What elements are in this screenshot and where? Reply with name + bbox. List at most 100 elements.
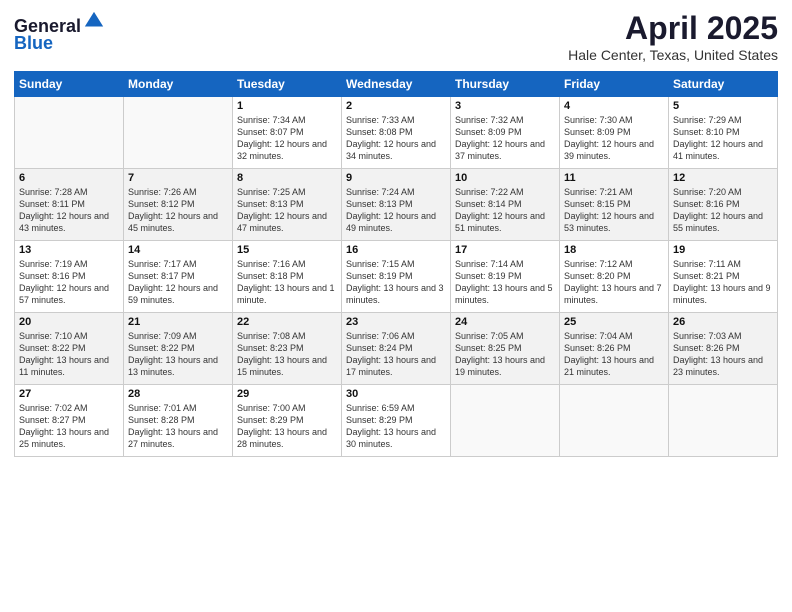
- day-number: 4: [564, 100, 664, 112]
- day-info: Sunrise: 7:03 AM Sunset: 8:26 PM Dayligh…: [673, 330, 773, 379]
- calendar-day-cell: 3 Sunrise: 7:32 AM Sunset: 8:09 PM Daylig…: [451, 97, 560, 169]
- day-info: Sunrise: 7:25 AM Sunset: 8:13 PM Dayligh…: [237, 186, 337, 235]
- calendar-day-cell: 21 Sunrise: 7:09 AM Sunset: 8:22 PM Dayli…: [124, 313, 233, 385]
- day-info: Sunrise: 7:21 AM Sunset: 8:15 PM Dayligh…: [564, 186, 664, 235]
- day-of-week-header: Friday: [560, 72, 669, 97]
- day-info: Sunrise: 6:59 AM Sunset: 8:29 PM Dayligh…: [346, 402, 446, 451]
- calendar-day-cell: 2 Sunrise: 7:33 AM Sunset: 8:08 PM Daylig…: [342, 97, 451, 169]
- calendar-day-cell: 4 Sunrise: 7:30 AM Sunset: 8:09 PM Daylig…: [560, 97, 669, 169]
- calendar-week-row: 1Sunrise: 7:34 AM Sunset: 8:07 PM Daylig…: [15, 97, 778, 169]
- day-info: Sunrise: 7:09 AM Sunset: 8:22 PM Dayligh…: [128, 330, 228, 379]
- calendar-day-cell: 20 Sunrise: 7:10 AM Sunset: 8:22 PM Dayli…: [15, 313, 124, 385]
- day-number: 19: [673, 244, 773, 256]
- calendar-day-cell: [451, 385, 560, 457]
- calendar-week-row: 20 Sunrise: 7:10 AM Sunset: 8:22 PM Dayli…: [15, 313, 778, 385]
- subtitle: Hale Center, Texas, United States: [568, 47, 778, 63]
- calendar-day-cell: 1Sunrise: 7:34 AM Sunset: 8:07 PM Daylig…: [233, 97, 342, 169]
- day-of-week-header: Tuesday: [233, 72, 342, 97]
- day-of-week-header: Wednesday: [342, 72, 451, 97]
- day-number: 13: [19, 244, 119, 256]
- main-title: April 2025: [568, 10, 778, 47]
- day-number: 26: [673, 316, 773, 328]
- day-info: Sunrise: 7:19 AM Sunset: 8:16 PM Dayligh…: [19, 258, 119, 307]
- day-info: Sunrise: 7:17 AM Sunset: 8:17 PM Dayligh…: [128, 258, 228, 307]
- calendar-day-cell: 28Sunrise: 7:01 AM Sunset: 8:28 PM Dayli…: [124, 385, 233, 457]
- calendar-day-cell: 7Sunrise: 7:26 AM Sunset: 8:12 PM Daylig…: [124, 169, 233, 241]
- calendar-day-cell: 5 Sunrise: 7:29 AM Sunset: 8:10 PM Daylig…: [669, 97, 778, 169]
- calendar-day-cell: [15, 97, 124, 169]
- calendar-day-cell: 11 Sunrise: 7:21 AM Sunset: 8:15 PM Dayli…: [560, 169, 669, 241]
- day-info: Sunrise: 7:22 AM Sunset: 8:14 PM Dayligh…: [455, 186, 555, 235]
- calendar-day-cell: 27Sunrise: 7:02 AM Sunset: 8:27 PM Dayli…: [15, 385, 124, 457]
- day-info: Sunrise: 7:15 AM Sunset: 8:19 PM Dayligh…: [346, 258, 446, 307]
- calendar-day-cell: 22 Sunrise: 7:08 AM Sunset: 8:23 PM Dayli…: [233, 313, 342, 385]
- day-number: 20: [19, 316, 119, 328]
- calendar-header-row: SundayMondayTuesdayWednesdayThursdayFrid…: [15, 72, 778, 97]
- calendar-day-cell: 25 Sunrise: 7:04 AM Sunset: 8:26 PM Dayli…: [560, 313, 669, 385]
- day-number: 29: [237, 388, 337, 400]
- day-number: 9: [346, 172, 446, 184]
- day-info: Sunrise: 7:24 AM Sunset: 8:13 PM Dayligh…: [346, 186, 446, 235]
- day-number: 11: [564, 172, 664, 184]
- day-info: Sunrise: 7:26 AM Sunset: 8:12 PM Dayligh…: [128, 186, 228, 235]
- calendar-day-cell: 13 Sunrise: 7:19 AM Sunset: 8:16 PM Dayli…: [15, 241, 124, 313]
- day-number: 3: [455, 100, 555, 112]
- day-number: 22: [237, 316, 337, 328]
- day-info: Sunrise: 7:01 AM Sunset: 8:28 PM Dayligh…: [128, 402, 228, 451]
- day-info: Sunrise: 7:28 AM Sunset: 8:11 PM Dayligh…: [19, 186, 119, 235]
- day-number: 5: [673, 100, 773, 112]
- day-number: 24: [455, 316, 555, 328]
- day-info: Sunrise: 7:33 AM Sunset: 8:08 PM Dayligh…: [346, 114, 446, 163]
- day-info: Sunrise: 7:02 AM Sunset: 8:27 PM Dayligh…: [19, 402, 119, 451]
- logo-icon: [83, 10, 105, 32]
- day-number: 21: [128, 316, 228, 328]
- day-number: 16: [346, 244, 446, 256]
- day-number: 1: [237, 100, 337, 112]
- day-of-week-header: Monday: [124, 72, 233, 97]
- day-info: Sunrise: 7:10 AM Sunset: 8:22 PM Dayligh…: [19, 330, 119, 379]
- day-of-week-header: Thursday: [451, 72, 560, 97]
- calendar-day-cell: 18Sunrise: 7:12 AM Sunset: 8:20 PM Dayli…: [560, 241, 669, 313]
- calendar-day-cell: 15Sunrise: 7:16 AM Sunset: 8:18 PM Dayli…: [233, 241, 342, 313]
- page-header: General Blue April 2025 Hale Center, Tex…: [14, 10, 778, 63]
- day-number: 10: [455, 172, 555, 184]
- day-info: Sunrise: 7:30 AM Sunset: 8:09 PM Dayligh…: [564, 114, 664, 163]
- day-info: Sunrise: 7:20 AM Sunset: 8:16 PM Dayligh…: [673, 186, 773, 235]
- day-number: 12: [673, 172, 773, 184]
- calendar-week-row: 27Sunrise: 7:02 AM Sunset: 8:27 PM Dayli…: [15, 385, 778, 457]
- day-number: 14: [128, 244, 228, 256]
- calendar-table: SundayMondayTuesdayWednesdayThursdayFrid…: [14, 71, 778, 457]
- calendar-day-cell: 14 Sunrise: 7:17 AM Sunset: 8:17 PM Dayli…: [124, 241, 233, 313]
- day-info: Sunrise: 7:05 AM Sunset: 8:25 PM Dayligh…: [455, 330, 555, 379]
- calendar-day-cell: 9 Sunrise: 7:24 AM Sunset: 8:13 PM Daylig…: [342, 169, 451, 241]
- calendar-day-cell: 8 Sunrise: 7:25 AM Sunset: 8:13 PM Daylig…: [233, 169, 342, 241]
- calendar-day-cell: [669, 385, 778, 457]
- calendar-day-cell: 19 Sunrise: 7:11 AM Sunset: 8:21 PM Dayli…: [669, 241, 778, 313]
- calendar-day-cell: 6 Sunrise: 7:28 AM Sunset: 8:11 PM Daylig…: [15, 169, 124, 241]
- day-info: Sunrise: 7:06 AM Sunset: 8:24 PM Dayligh…: [346, 330, 446, 379]
- day-number: 17: [455, 244, 555, 256]
- day-info: Sunrise: 7:04 AM Sunset: 8:26 PM Dayligh…: [564, 330, 664, 379]
- day-number: 25: [564, 316, 664, 328]
- calendar-week-row: 6 Sunrise: 7:28 AM Sunset: 8:11 PM Daylig…: [15, 169, 778, 241]
- calendar-week-row: 13 Sunrise: 7:19 AM Sunset: 8:16 PM Dayli…: [15, 241, 778, 313]
- logo: General Blue: [14, 10, 105, 54]
- day-number: 6: [19, 172, 119, 184]
- calendar-day-cell: 26 Sunrise: 7:03 AM Sunset: 8:26 PM Dayli…: [669, 313, 778, 385]
- day-info: Sunrise: 7:11 AM Sunset: 8:21 PM Dayligh…: [673, 258, 773, 307]
- calendar-day-cell: [124, 97, 233, 169]
- calendar-day-cell: [560, 385, 669, 457]
- day-number: 8: [237, 172, 337, 184]
- day-info: Sunrise: 7:32 AM Sunset: 8:09 PM Dayligh…: [455, 114, 555, 163]
- calendar-day-cell: 17Sunrise: 7:14 AM Sunset: 8:19 PM Dayli…: [451, 241, 560, 313]
- calendar-day-cell: 23 Sunrise: 7:06 AM Sunset: 8:24 PM Dayli…: [342, 313, 451, 385]
- day-number: 30: [346, 388, 446, 400]
- day-of-week-header: Saturday: [669, 72, 778, 97]
- day-info: Sunrise: 7:00 AM Sunset: 8:29 PM Dayligh…: [237, 402, 337, 451]
- day-info: Sunrise: 7:16 AM Sunset: 8:18 PM Dayligh…: [237, 258, 337, 307]
- day-number: 23: [346, 316, 446, 328]
- day-number: 2: [346, 100, 446, 112]
- day-info: Sunrise: 7:29 AM Sunset: 8:10 PM Dayligh…: [673, 114, 773, 163]
- day-info: Sunrise: 7:08 AM Sunset: 8:23 PM Dayligh…: [237, 330, 337, 379]
- calendar-day-cell: 16 Sunrise: 7:15 AM Sunset: 8:19 PM Dayli…: [342, 241, 451, 313]
